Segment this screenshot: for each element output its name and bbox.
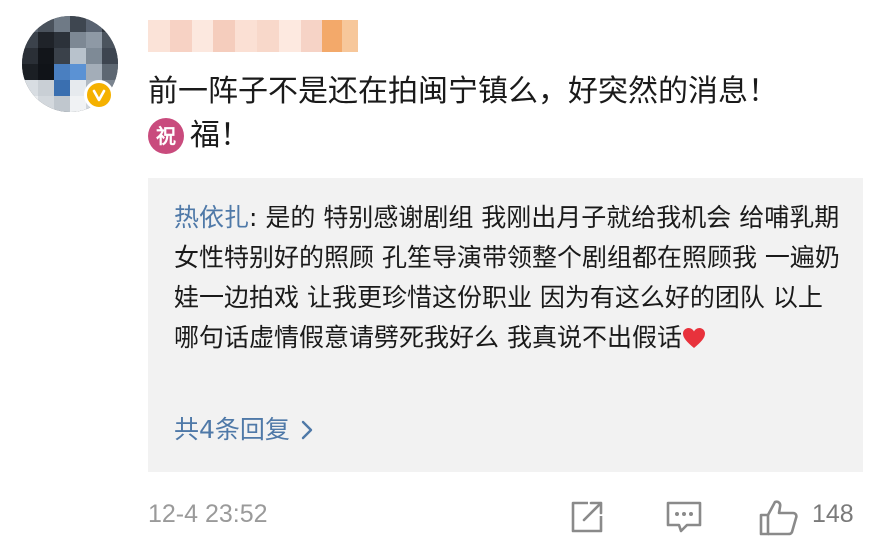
comment-text-line2: 祝 福！ — [148, 116, 250, 156]
thumbs-up-icon[interactable] — [758, 498, 800, 542]
reply-author-link[interactable]: 热依扎 — [174, 203, 249, 232]
username-pixelated[interactable] — [148, 20, 359, 52]
comment-icon[interactable] — [664, 498, 704, 540]
comment-text-line2-rest: 福！ — [190, 118, 250, 153]
reply-separator: : — [249, 203, 266, 232]
red-heart-icon — [682, 321, 706, 361]
comment-footer: 12-4 23:52 148 — [148, 496, 863, 540]
comment-text-line1: 前一阵子不是还在拍闽宁镇么，好突然的消息！ — [148, 74, 778, 109]
chevron-right-icon — [300, 419, 314, 441]
blessing-emoji-icon: 祝 — [148, 118, 184, 154]
share-icon[interactable] — [568, 498, 606, 540]
reply-box[interactable]: 热依扎: 是的 特别感谢剧组 我刚出月子就给我机会 给哺乳期女性特别好的照顾 孔… — [148, 178, 863, 472]
verified-v-icon — [84, 80, 114, 110]
more-replies-label: 共4条回复 — [174, 415, 290, 444]
like-count: 148 — [812, 500, 854, 528]
more-replies-link[interactable]: 共4条回复 — [174, 410, 314, 450]
timestamp: 12-4 23:52 — [148, 500, 268, 528]
reply-text: 热依扎: 是的 特别感谢剧组 我刚出月子就给我机会 给哺乳期女性特别好的照顾 孔… — [174, 198, 844, 361]
reply-body: 是的 特别感谢剧组 我刚出月子就给我机会 给哺乳期女性特别好的照顾 孔笙导演带领… — [174, 203, 840, 352]
